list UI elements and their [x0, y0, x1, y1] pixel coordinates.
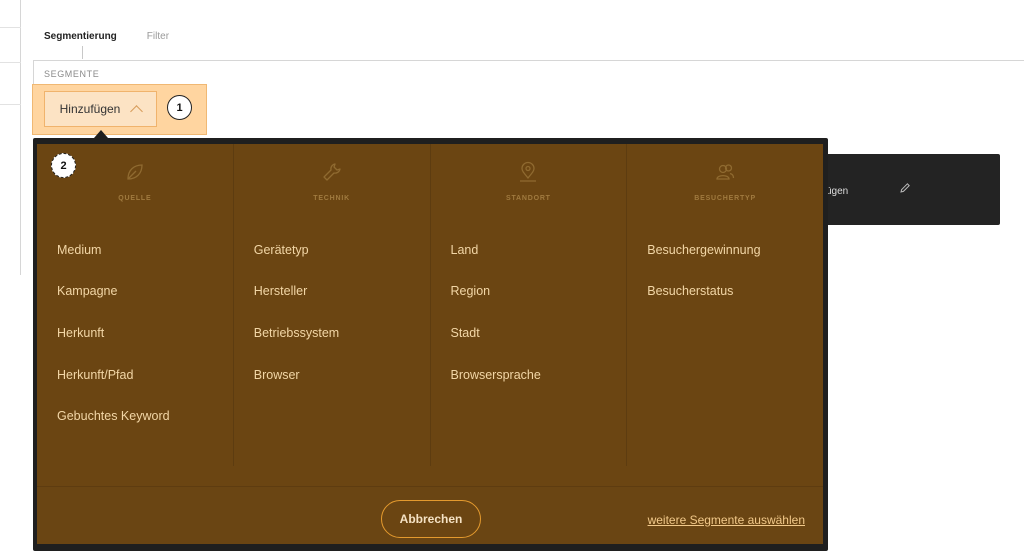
segment-item-hersteller[interactable]: Hersteller: [234, 271, 430, 313]
column-title: QUELLE: [118, 195, 152, 202]
column-header: BESUCHERTYP: [627, 144, 823, 229]
column-standort: STANDORT Land Region Stadt Browsersprach…: [429, 144, 627, 466]
segment-item-browsersprache[interactable]: Browsersprache: [431, 354, 627, 396]
segment-item-besuchergewinnung[interactable]: Besuchergewinnung: [627, 229, 823, 271]
dropdown-caret: [94, 130, 108, 138]
page: Segmentierung Filter SEGMENTE Hinzufügen…: [0, 0, 1024, 553]
tab-segmentierung[interactable]: Segmentierung: [44, 31, 117, 42]
active-tab-indicator: [82, 46, 83, 59]
add-button-label: Hinzufügen: [59, 102, 121, 116]
segment-item-kampagne[interactable]: Kampagne: [37, 271, 233, 313]
more-segments-link[interactable]: weitere Segmente auswählen: [648, 513, 805, 527]
map-pin-icon: [520, 161, 537, 182]
callout-marker: 2: [51, 153, 76, 178]
users-icon: [716, 164, 735, 180]
segment-item-gebuchtes-keyword[interactable]: Gebuchtes Keyword: [37, 395, 233, 437]
tab-filter[interactable]: Filter: [147, 31, 169, 42]
column-quelle: QUELLE Medium Kampagne Herkunft Herkunft…: [37, 144, 233, 466]
segment-item-herkunft-pfad[interactable]: Herkunft/Pfad: [37, 354, 233, 396]
wrench-icon: [322, 163, 341, 181]
divider: [0, 27, 21, 28]
divider: [0, 104, 21, 105]
segment-item-betriebssystem[interactable]: Betriebssystem: [234, 312, 430, 354]
column-title: BESUCHERTYP: [694, 195, 756, 202]
cancel-button[interactable]: Abbrechen: [381, 500, 481, 538]
column-header: STANDORT: [431, 144, 627, 229]
segment-item-medium[interactable]: Medium: [37, 229, 233, 271]
left-navigation-strip: [0, 0, 21, 275]
column-title: TECHNIK: [313, 195, 350, 202]
segment-item-herkunft[interactable]: Herkunft: [37, 312, 233, 354]
segment-columns: QUELLE Medium Kampagne Herkunft Herkunft…: [37, 144, 823, 466]
segment-card-text: ügen: [826, 186, 849, 197]
segment-dropdown: QUELLE Medium Kampagne Herkunft Herkunft…: [33, 138, 828, 551]
segment-item-land[interactable]: Land: [431, 229, 627, 271]
segment-item-region[interactable]: Region: [431, 271, 627, 313]
divider: [0, 62, 21, 63]
column-header: TECHNIK: [234, 144, 430, 229]
segment-item-stadt[interactable]: Stadt: [431, 312, 627, 354]
callout-marker: 1: [167, 95, 192, 120]
segment-item-besucherstatus[interactable]: Besucherstatus: [627, 271, 823, 313]
segment-item-geraetetyp[interactable]: Gerätetyp: [234, 229, 430, 271]
segment-item-browser[interactable]: Browser: [234, 354, 430, 396]
pencil-icon[interactable]: [899, 182, 911, 194]
chevron-up-icon: [130, 105, 144, 118]
segment-dropdown-body: QUELLE Medium Kampagne Herkunft Herkunft…: [37, 144, 823, 544]
column-besuchertyp: BESUCHERTYP Besuchergewinnung Besucherst…: [626, 144, 823, 466]
leaf-icon: [127, 164, 143, 180]
section-title: SEGMENTE: [44, 69, 100, 79]
section-divider: [33, 60, 34, 84]
tab-bar: Segmentierung Filter: [44, 31, 169, 42]
column-title: STANDORT: [505, 195, 551, 202]
add-segment-button[interactable]: Hinzufügen: [44, 91, 157, 127]
section-divider: [33, 60, 1024, 61]
column-technik: TECHNIK Gerätetyp Hersteller Betriebssys…: [232, 144, 430, 466]
